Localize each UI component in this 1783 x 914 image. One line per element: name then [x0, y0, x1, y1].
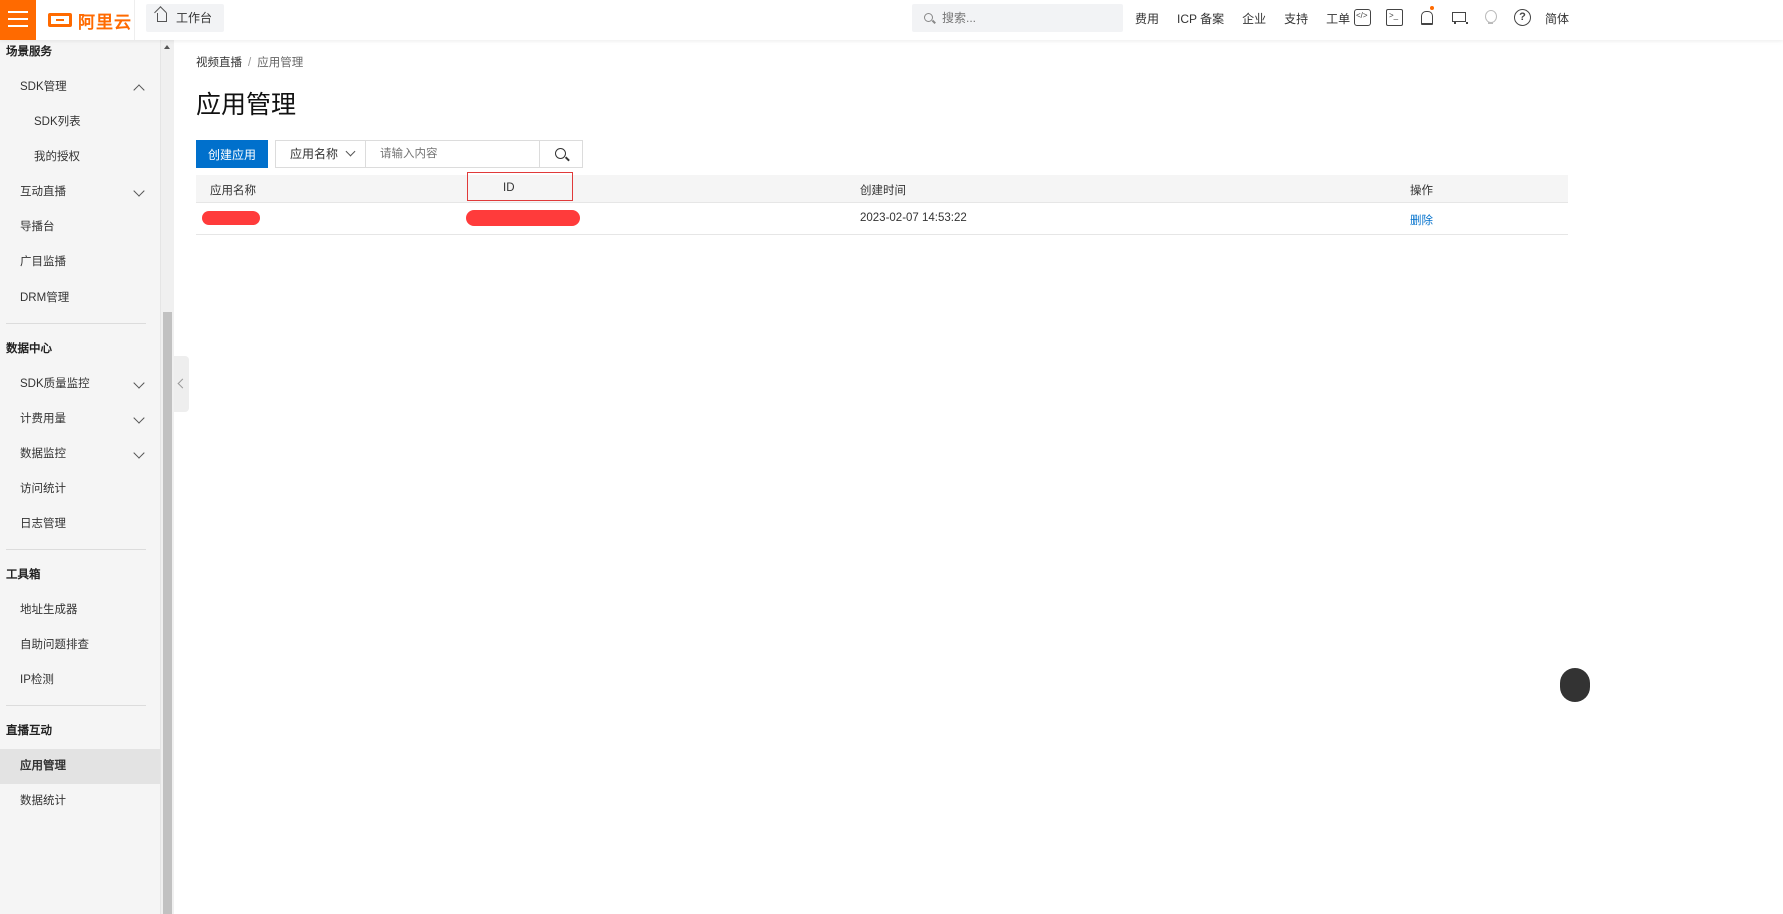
sidebar-item-log-management[interactable]: 日志管理	[0, 507, 160, 542]
sidebar-item-sdk-management[interactable]: SDK管理	[0, 70, 160, 105]
sidebar-item-label: 数据监控	[20, 448, 66, 460]
nav-link-ticket[interactable]: 工单	[1326, 10, 1350, 27]
sidebar-item-my-authorization[interactable]: 我的授权	[0, 140, 160, 175]
header-nav-links: 费用 ICP 备案 企业 支持 工单	[1135, 0, 1368, 36]
code-icon[interactable]	[1354, 9, 1371, 26]
aliyun-logo-icon	[48, 13, 72, 27]
bell-icon[interactable]	[1418, 6, 1435, 26]
workbench-button[interactable]: 工作台	[146, 4, 225, 32]
sidebar-item-sdk-list[interactable]: SDK列表	[0, 105, 160, 140]
cart-icon[interactable]	[1450, 9, 1468, 26]
aliyun-logo[interactable]: 阿里云	[48, 9, 132, 32]
sidebar-item-self-troubleshoot[interactable]: 自助问题排查	[0, 628, 160, 663]
floating-assistant-button[interactable]	[1560, 668, 1590, 702]
sidebar-item-url-generator[interactable]: 地址生成器	[0, 593, 160, 628]
sidebar-item-monitoring[interactable]: 广目监播	[0, 245, 160, 280]
id-column-highlight-box	[467, 172, 573, 201]
sidebar-group-live-interaction: 直播互动	[6, 725, 52, 737]
sidebar-item-app-management[interactable]: 应用管理	[0, 749, 160, 784]
sidebar-item-access-stats[interactable]: 访问统计	[0, 472, 160, 507]
chevron-down-icon	[133, 447, 145, 459]
sidebar-group-toolbox: 工具箱	[6, 569, 41, 581]
nav-link-billing[interactable]: 费用	[1135, 10, 1159, 27]
nav-link-support[interactable]: 支持	[1284, 10, 1308, 27]
bulb-icon[interactable]	[1482, 9, 1499, 26]
column-header-actions: 操作	[1410, 185, 1433, 197]
workbench-label: 工作台	[176, 11, 213, 25]
chevron-down-icon	[133, 377, 145, 389]
redacted-app-name	[202, 211, 260, 225]
language-switch[interactable]: 简体	[1545, 10, 1569, 27]
search-icon	[924, 13, 933, 22]
scroll-up-arrow-icon[interactable]	[164, 45, 170, 49]
sidebar-item-label: 计费用量	[20, 413, 66, 425]
breadcrumb-item-live[interactable]: 视频直播	[196, 57, 242, 69]
sidebar-group-data-center: 数据中心	[6, 343, 52, 355]
redacted-app-id	[466, 210, 580, 226]
help-icon[interactable]: ?	[1514, 9, 1531, 26]
scrollbar-thumb[interactable]	[163, 312, 172, 914]
sidebar-item-data-stats[interactable]: 数据统计	[0, 784, 160, 819]
sidebar-divider	[6, 549, 146, 550]
top-navigation-bar: 阿里云 工作台 费用 ICP 备案 企业 支持 工单 ? 简体	[0, 0, 1783, 40]
column-header-app-name: 应用名称	[210, 185, 256, 197]
sidebar-item-label: 互动直播	[20, 186, 66, 198]
hamburger-menu-icon[interactable]	[0, 0, 36, 40]
delete-link[interactable]: 删除	[1410, 212, 1433, 228]
breadcrumb: 视频直播 / 应用管理	[196, 54, 303, 70]
sidebar-item-label: SDK质量监控	[20, 378, 90, 390]
created-time: 2023-02-07 14:53:22	[860, 212, 967, 224]
home-icon	[157, 13, 167, 22]
page-title: 应用管理	[196, 91, 297, 119]
breadcrumb-separator: /	[248, 57, 252, 69]
filter-field-select[interactable]: 应用名称	[275, 140, 366, 168]
chevron-down-icon	[345, 146, 356, 157]
sidebar-item-interactive-live[interactable]: 互动直播	[0, 175, 160, 210]
sidebar-divider	[6, 323, 146, 324]
chevron-down-icon	[133, 412, 145, 424]
sidebar-collapse-toggle[interactable]	[174, 356, 189, 412]
sidebar-item-data-monitoring[interactable]: 数据监控	[0, 437, 160, 472]
header-icons: ?	[1354, 6, 1531, 26]
sidebar-item-sdk-quality[interactable]: SDK质量监控	[0, 367, 160, 402]
table-row: 2023-02-07 14:53:22 删除	[196, 203, 1568, 235]
filter-field-value: 应用名称	[290, 147, 339, 161]
breadcrumb-item-current: 应用管理	[257, 57, 304, 69]
nav-link-enterprise[interactable]: 企业	[1242, 10, 1266, 27]
global-search[interactable]	[912, 4, 1123, 32]
create-app-button[interactable]: 创建应用	[196, 140, 268, 168]
sidebar-item-label: SDK管理	[20, 81, 67, 93]
chevron-down-icon	[133, 185, 145, 197]
header-divider	[134, 0, 135, 40]
sidebar-item-drm[interactable]: DRM管理	[0, 281, 160, 316]
sidebar-scrollbar[interactable]	[160, 40, 174, 914]
terminal-icon[interactable]	[1386, 9, 1403, 26]
filter-search-button[interactable]	[539, 140, 583, 168]
sidebar-item-director[interactable]: 导播台	[0, 210, 160, 245]
sidebar: 场景服务 SDK管理 SDK列表 我的授权 互动直播 导播台 广目监播 DRM管…	[0, 40, 160, 914]
chevron-up-icon	[133, 84, 145, 96]
sidebar-group-scene-services: 场景服务	[6, 46, 52, 58]
sidebar-divider	[6, 705, 146, 706]
column-header-created: 创建时间	[860, 185, 906, 197]
logo-text: 阿里云	[78, 12, 132, 32]
sidebar-item-billing-usage[interactable]: 计费用量	[0, 402, 160, 437]
filter-input[interactable]	[365, 140, 540, 168]
nav-link-icp[interactable]: ICP 备案	[1177, 10, 1224, 27]
sidebar-item-ip-check[interactable]: IP检测	[0, 663, 160, 698]
global-search-input[interactable]	[942, 4, 1112, 32]
table-header: 应用名称 ID 创建时间 操作	[196, 175, 1568, 203]
search-icon	[555, 148, 566, 159]
